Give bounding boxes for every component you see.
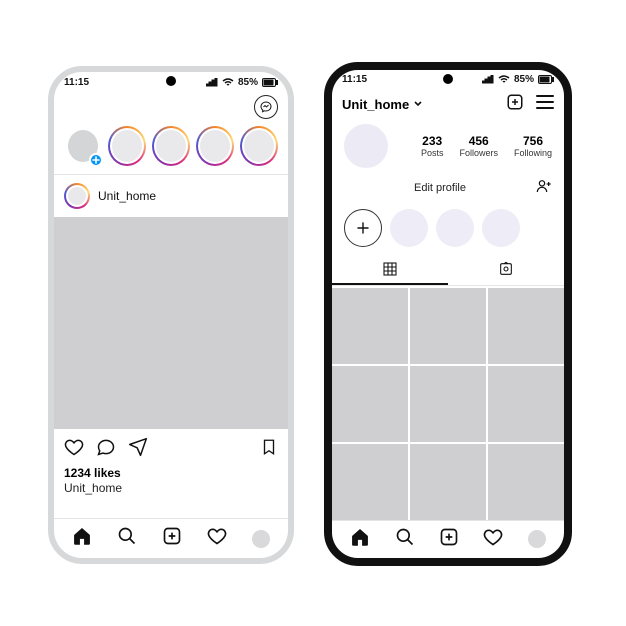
create-post-icon[interactable] — [506, 93, 524, 116]
grid-post[interactable] — [332, 288, 408, 364]
bottom-nav — [54, 518, 288, 558]
nav-profile-icon[interactable] — [528, 530, 546, 548]
story-item[interactable] — [108, 126, 146, 166]
nav-search-icon[interactable] — [117, 526, 137, 551]
profile-username: Unit_home — [342, 97, 409, 112]
camera-hole — [166, 76, 176, 86]
phone-profile: 11:15 85% Unit_home — [324, 62, 572, 566]
bookmark-icon[interactable] — [260, 437, 278, 462]
caption-username[interactable]: Unit_home — [54, 480, 288, 495]
grid-post[interactable] — [410, 444, 486, 520]
side-button — [571, 244, 572, 274]
post-image[interactable] — [54, 217, 288, 429]
highlight-add[interactable] — [344, 209, 382, 247]
side-button — [293, 192, 294, 236]
stat-followers[interactable]: 456 Followers — [459, 134, 498, 158]
side-button — [571, 188, 572, 236]
highlight-item[interactable] — [436, 209, 474, 247]
battery-icon — [262, 78, 278, 87]
stat-label: Following — [514, 148, 552, 158]
profile-header: Unit_home — [332, 89, 564, 118]
battery-icon — [538, 75, 554, 84]
battery-pct: 85% — [514, 74, 534, 85]
stat-value: 756 — [514, 134, 552, 148]
story-item[interactable] — [196, 126, 234, 166]
edit-profile-row: Edit profile — [332, 172, 564, 205]
nav-create-icon[interactable] — [439, 527, 459, 552]
messenger-button[interactable] — [254, 95, 278, 119]
edit-profile-button[interactable]: Edit profile — [344, 182, 536, 194]
post-author-name[interactable]: Unit_home — [98, 189, 156, 203]
profile-username-switcher[interactable]: Unit_home — [342, 97, 423, 112]
discover-people-icon[interactable] — [536, 178, 552, 199]
bottom-nav — [332, 520, 564, 558]
tab-grid[interactable] — [332, 255, 448, 285]
menu-icon[interactable] — [536, 95, 554, 114]
profile-stats: 233 Posts 456 Followers 756 Following — [332, 118, 564, 172]
status-time: 11:15 — [64, 77, 89, 88]
stat-posts[interactable]: 233 Posts — [421, 134, 444, 158]
nav-activity-icon[interactable] — [207, 526, 227, 551]
stat-label: Posts — [421, 148, 444, 158]
comment-icon[interactable] — [96, 437, 116, 462]
grid-post[interactable] — [410, 288, 486, 364]
grid-post[interactable] — [488, 288, 564, 364]
nav-activity-icon[interactable] — [483, 527, 503, 552]
nav-home-icon[interactable] — [72, 526, 92, 551]
feed-header — [54, 92, 288, 122]
like-icon[interactable] — [64, 437, 84, 462]
phone-feed: 11:15 85% — [48, 66, 294, 564]
post-header[interactable]: Unit_home — [54, 175, 288, 217]
stories-tray[interactable] — [54, 122, 288, 174]
status-time: 11:15 — [342, 74, 367, 85]
story-item[interactable] — [152, 126, 190, 166]
side-button — [293, 244, 294, 272]
nav-profile-icon[interactable] — [252, 530, 270, 548]
grid-post[interactable] — [410, 366, 486, 442]
signal-icon — [482, 75, 494, 84]
tab-tagged[interactable] — [448, 255, 564, 285]
wifi-icon — [498, 75, 510, 84]
battery-pct: 85% — [238, 77, 258, 88]
camera-hole — [443, 74, 453, 84]
stat-following[interactable]: 756 Following — [514, 134, 552, 158]
nav-create-icon[interactable] — [162, 526, 182, 551]
stat-value: 233 — [421, 134, 444, 148]
stat-label: Followers — [459, 148, 498, 158]
share-icon[interactable] — [128, 437, 148, 462]
add-story-icon[interactable] — [89, 153, 103, 167]
nav-home-icon[interactable] — [350, 527, 370, 552]
chevron-down-icon — [413, 99, 423, 109]
wifi-icon — [222, 78, 234, 87]
profile-tabs — [332, 255, 564, 286]
posts-grid — [332, 286, 564, 520]
grid-post[interactable] — [332, 366, 408, 442]
likes-count[interactable]: 1234 likes — [54, 464, 288, 480]
profile-avatar[interactable] — [344, 124, 388, 168]
grid-post[interactable] — [488, 366, 564, 442]
nav-search-icon[interactable] — [395, 527, 415, 552]
post-author-avatar[interactable] — [64, 183, 90, 209]
signal-icon — [206, 78, 218, 87]
highlights-row[interactable] — [332, 205, 564, 255]
highlight-item[interactable] — [390, 209, 428, 247]
story-your-story[interactable] — [64, 126, 102, 166]
grid-post[interactable] — [332, 444, 408, 520]
post-actions — [54, 429, 288, 464]
grid-post[interactable] — [488, 444, 564, 520]
highlight-item[interactable] — [482, 209, 520, 247]
story-item[interactable] — [240, 126, 278, 166]
stat-value: 456 — [459, 134, 498, 148]
